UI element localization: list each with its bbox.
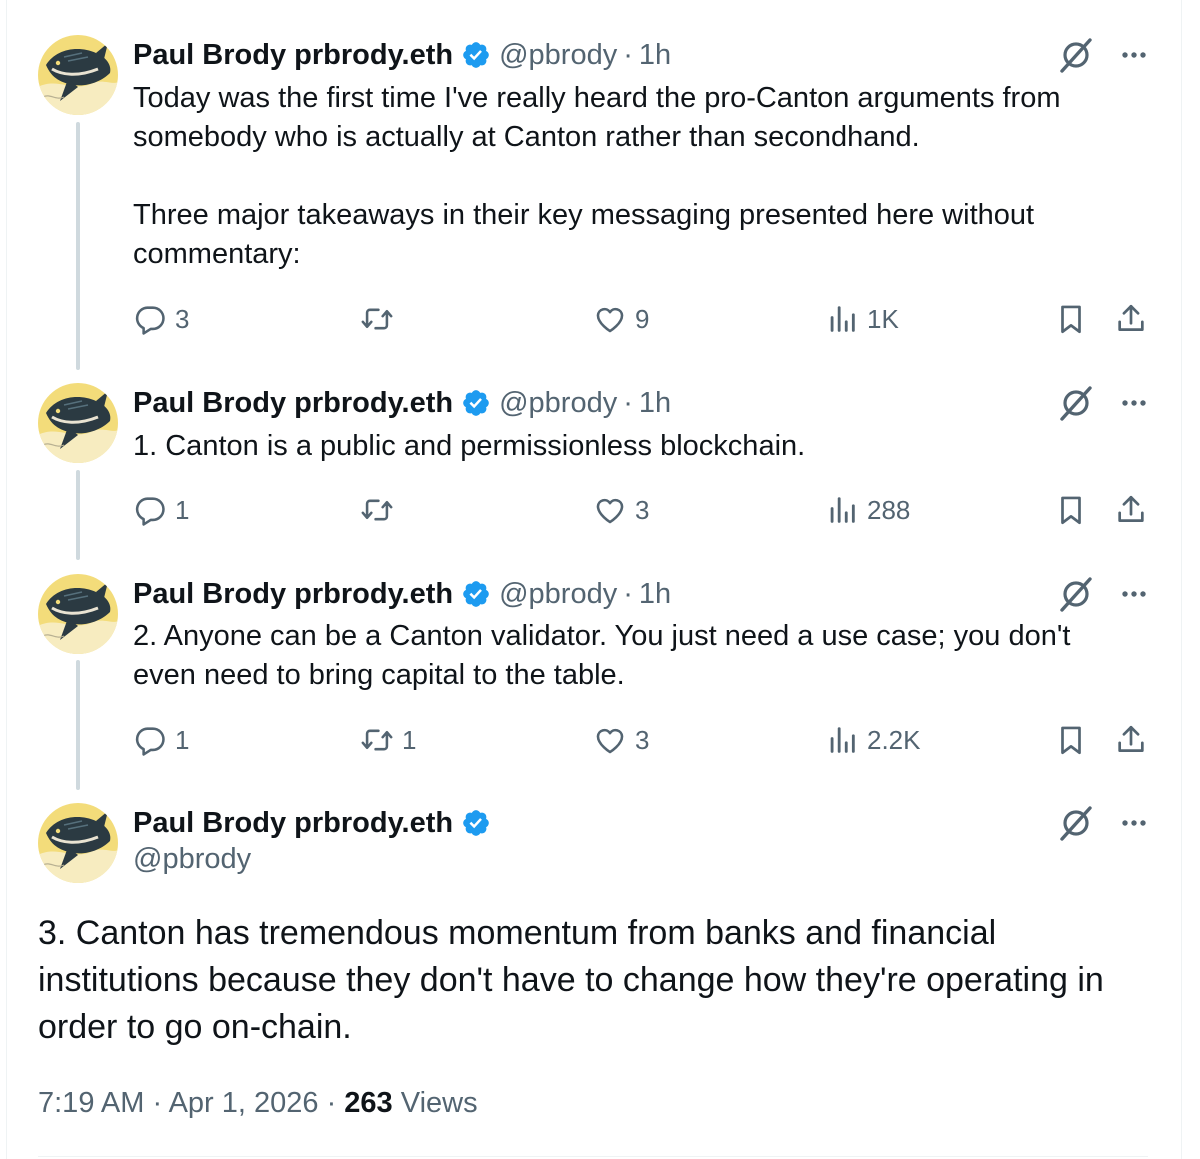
bookmark-button[interactable] xyxy=(1054,490,1088,530)
share-button[interactable] xyxy=(1114,490,1148,530)
avatar[interactable] xyxy=(38,574,118,654)
like-icon xyxy=(593,302,627,336)
avatar[interactable] xyxy=(38,35,118,115)
verified-badge-icon xyxy=(461,579,491,609)
tweet-actions: 1 3 288 xyxy=(0,490,1200,530)
main-tweet-text: 3. Canton has tremendous momentum from b… xyxy=(38,914,1104,1046)
tweet-timestamp[interactable]: 7:19 AM · Apr 1, 2026 · xyxy=(38,1087,344,1119)
views-icon xyxy=(825,723,859,757)
divider xyxy=(38,1156,1148,1157)
author-handle[interactable]: @pbrody xyxy=(499,578,617,611)
tweet-time[interactable]: 1h xyxy=(639,387,671,420)
reply-icon xyxy=(133,723,167,757)
more-icon[interactable] xyxy=(1116,576,1152,612)
tweet-actions: 3 9 1K xyxy=(0,299,1200,339)
views-count: 263 xyxy=(344,1087,393,1119)
like-count: 9 xyxy=(635,303,650,334)
retweet-button[interactable] xyxy=(360,490,402,530)
share-icon xyxy=(1114,493,1148,527)
retweet-icon xyxy=(360,493,394,527)
grok-icon[interactable] xyxy=(1056,574,1096,614)
like-button[interactable]: 3 xyxy=(593,490,649,530)
reply-count: 1 xyxy=(175,494,190,525)
bookmark-icon xyxy=(1054,723,1088,757)
reply-button[interactable]: 1 xyxy=(133,490,189,530)
views-icon xyxy=(825,302,859,336)
reply-icon xyxy=(133,493,167,527)
retweet-count: 1 xyxy=(402,724,417,755)
views-label: Views xyxy=(392,1087,478,1119)
avatar[interactable] xyxy=(38,803,118,883)
views-icon xyxy=(825,493,859,527)
share-icon xyxy=(1114,302,1148,336)
share-button[interactable] xyxy=(1114,720,1148,760)
avatar[interactable] xyxy=(38,383,118,463)
retweet-icon xyxy=(360,302,394,336)
tweet-top-actions xyxy=(1056,803,1152,843)
author-name[interactable]: Paul Brody prbrody.eth xyxy=(133,578,453,611)
author-name[interactable]: Paul Brody prbrody.eth xyxy=(133,807,453,840)
like-count: 3 xyxy=(635,724,650,755)
author-handle[interactable]: @pbrody xyxy=(499,387,617,420)
bookmark-button[interactable] xyxy=(1054,720,1088,760)
reply-button[interactable]: 1 xyxy=(133,720,189,760)
share-button[interactable] xyxy=(1114,299,1148,339)
like-icon xyxy=(593,723,627,757)
more-icon[interactable] xyxy=(1116,37,1152,73)
views-button[interactable]: 1K xyxy=(825,299,899,339)
share-icon xyxy=(1114,723,1148,757)
reply-button[interactable]: 3 xyxy=(133,299,189,339)
tweet-header: Paul Brody prbrody.eth @pbrody · 1h xyxy=(133,383,671,423)
more-icon[interactable] xyxy=(1116,385,1152,421)
views-count: 288 xyxy=(867,494,911,525)
tweet-top-actions xyxy=(1056,383,1152,423)
author-handle[interactable]: @pbrody xyxy=(133,843,251,876)
grok-icon[interactable] xyxy=(1056,383,1096,423)
tweet-text: 2. Anyone can be a Canton validator. You… xyxy=(133,620,1079,691)
grok-icon[interactable] xyxy=(1056,803,1096,843)
grok-icon[interactable] xyxy=(1056,35,1096,75)
like-icon xyxy=(593,493,627,527)
verified-badge-icon xyxy=(461,808,491,838)
retweet-button[interactable]: 1 xyxy=(360,720,416,760)
tweet-top-actions xyxy=(1056,35,1152,75)
reply-icon xyxy=(133,302,167,336)
tweet-header: Paul Brody prbrody.eth @pbrody · 1h xyxy=(133,35,671,75)
tweet-time[interactable]: 1h xyxy=(639,578,671,611)
reply-count: 3 xyxy=(175,303,190,334)
tweet-text: 1. Canton is a public and permissionless… xyxy=(133,430,806,462)
tweet-header: Paul Brody prbrody.eth @pbrody · 1h xyxy=(133,574,671,614)
bookmark-icon xyxy=(1054,302,1088,336)
like-count: 3 xyxy=(635,494,650,525)
tweet-top-actions xyxy=(1056,574,1152,614)
views-count: 1K xyxy=(867,303,899,334)
tweet-header: Paul Brody prbrody.eth xyxy=(133,803,499,843)
views-count: 2.2K xyxy=(867,724,921,755)
like-button[interactable]: 9 xyxy=(593,299,649,339)
more-icon[interactable] xyxy=(1116,805,1152,841)
views-button[interactable]: 288 xyxy=(825,490,910,530)
separator-dot: · xyxy=(623,386,633,419)
views-button[interactable]: 2.2K xyxy=(825,720,921,760)
tweet-time[interactable]: 1h xyxy=(639,39,671,72)
separator-dot: · xyxy=(623,38,633,71)
author-handle[interactable]: @pbrody xyxy=(499,39,617,72)
tweet-metadata: 7:19 AM · Apr 1, 2026 · 263 Views xyxy=(38,1087,478,1120)
bookmark-icon xyxy=(1054,493,1088,527)
reply-count: 1 xyxy=(175,724,190,755)
separator-dot: · xyxy=(623,577,633,610)
tweet-actions: 1 1 3 2.2K xyxy=(0,720,1200,760)
retweet-button[interactable] xyxy=(360,299,402,339)
verified-badge-icon xyxy=(461,40,491,70)
verified-badge-icon xyxy=(461,388,491,418)
like-button[interactable]: 3 xyxy=(593,720,649,760)
bookmark-button[interactable] xyxy=(1054,299,1088,339)
tweet-text: Today was the first time I've really hea… xyxy=(133,82,1061,270)
author-name[interactable]: Paul Brody prbrody.eth xyxy=(133,39,453,72)
author-name[interactable]: Paul Brody prbrody.eth xyxy=(133,387,453,420)
retweet-icon xyxy=(360,723,394,757)
